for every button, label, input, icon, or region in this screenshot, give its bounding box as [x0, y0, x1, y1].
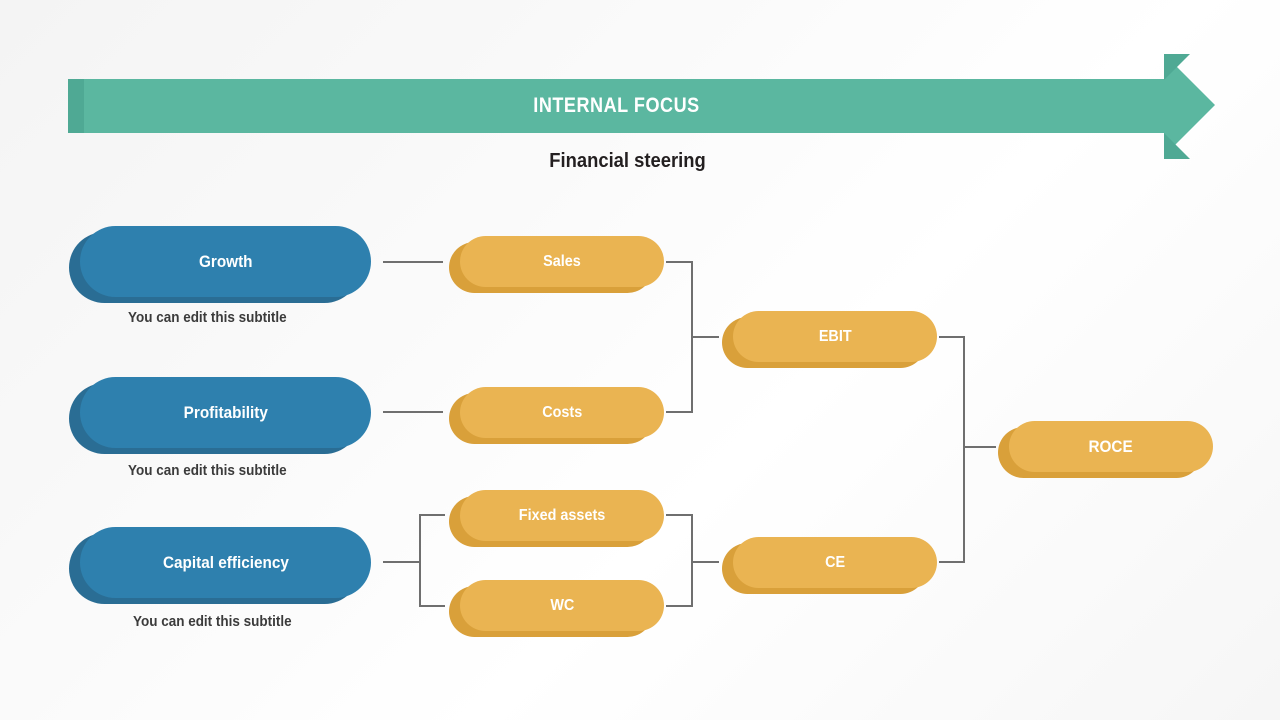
connector-capital-efficiency-to-fixed-assets [419, 514, 445, 516]
slide-canvas: INTERNAL FOCUS Financial steering Growth… [0, 0, 1280, 720]
metric-label-ebit: EBIT [818, 327, 852, 345]
slide-subtitle: Financial steering [549, 150, 706, 172]
metric-label-wc: WC [550, 596, 574, 614]
driver-subtitle-profitability[interactable]: You can edit this subtitle [128, 463, 287, 479]
metric-label-costs: Costs [541, 403, 582, 421]
connector-growth-to-sales [383, 261, 443, 263]
connector-capital-efficiency-spine [419, 514, 421, 607]
metric-pill-ce[interactable]: CE [722, 537, 937, 594]
connector-roce-spine [963, 336, 965, 563]
metric-label-roce: ROCE [1088, 436, 1134, 456]
metric-pill-wc[interactable]: WC [449, 580, 664, 637]
connector-roce-stem [963, 446, 996, 448]
driver-label-capital-efficiency: Capital efficiency [162, 552, 289, 572]
connector-capital-efficiency-stem [383, 561, 421, 563]
driver-label-growth: Growth [198, 251, 253, 271]
driver-pill-profitability[interactable]: Profitability [69, 377, 371, 454]
connector-capital-efficiency-to-wc [419, 605, 445, 607]
banner-title: INTERNAL FOCUS [533, 94, 700, 117]
driver-pill-capital-efficiency[interactable]: Capital efficiency [69, 527, 371, 604]
connector-wc-to-ce-stub [666, 605, 693, 607]
internal-focus-banner: INTERNAL FOCUS [68, 79, 1165, 133]
connector-ebit-stem [691, 336, 719, 338]
connector-ce-stem [691, 561, 719, 563]
connector-ce-to-roce-stub [939, 561, 965, 563]
metric-pill-fixed-assets[interactable]: Fixed assets [449, 490, 664, 547]
banner-arrowhead-top-shade [1164, 54, 1190, 80]
banner-left-cap [68, 79, 84, 133]
driver-label-profitability: Profitability [183, 402, 268, 422]
connector-profitability-to-costs [383, 411, 443, 413]
metric-pill-sales[interactable]: Sales [449, 236, 664, 293]
driver-subtitle-growth[interactable]: You can edit this subtitle [128, 310, 287, 326]
metric-pill-ebit[interactable]: EBIT [722, 311, 937, 368]
driver-subtitle-capital-efficiency[interactable]: You can edit this subtitle [133, 614, 292, 630]
metric-pill-roce[interactable]: ROCE [998, 421, 1213, 478]
metric-pill-costs[interactable]: Costs [449, 387, 664, 444]
connector-fixed-assets-to-ce-stub [666, 514, 693, 516]
connector-ebit-to-roce-stub [939, 336, 965, 338]
metric-label-fixed-assets: Fixed assets [518, 506, 606, 524]
metric-label-sales: Sales [543, 252, 581, 270]
connector-costs-to-ebit-stub [666, 411, 693, 413]
connector-sales-to-ebit-stub [666, 261, 693, 263]
driver-pill-growth[interactable]: Growth [69, 226, 371, 303]
metric-label-ce: CE [824, 553, 845, 571]
